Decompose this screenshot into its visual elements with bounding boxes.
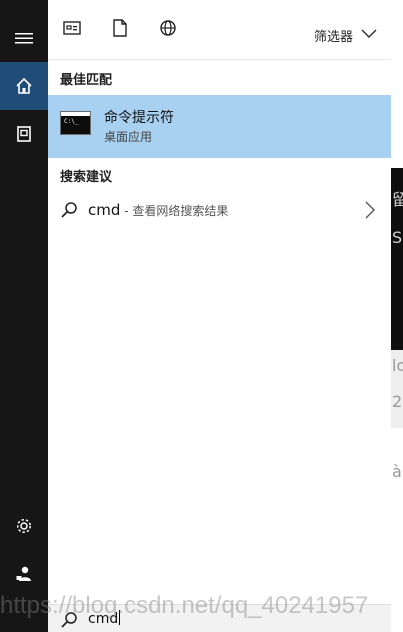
background-window: 留 Se lo 23 à bbox=[391, 0, 403, 632]
web-filter-button[interactable] bbox=[156, 18, 180, 42]
search-icon bbox=[60, 611, 78, 632]
background-text: 23 bbox=[392, 392, 403, 411]
settings-button[interactable] bbox=[0, 502, 48, 550]
document-icon bbox=[112, 19, 128, 41]
home-button[interactable] bbox=[0, 62, 48, 110]
search-icon bbox=[60, 201, 78, 223]
menu-button[interactable] bbox=[0, 14, 48, 62]
feedback-button[interactable] bbox=[0, 550, 48, 598]
search-suggestions-heading: 搜索建议 bbox=[60, 170, 113, 185]
search-input[interactable]: cmd bbox=[88, 610, 121, 627]
command-prompt-icon: C:\_ bbox=[60, 111, 91, 135]
search-input-value: cmd bbox=[88, 611, 119, 627]
best-match-result[interactable]: C:\_ 命令提示符 桌面应用 bbox=[48, 95, 391, 158]
background-text: lo bbox=[392, 356, 403, 375]
suggestion-query: cmd bbox=[88, 201, 121, 219]
background-text: à bbox=[392, 462, 402, 481]
suggestion-description: 查看网络搜索结果 bbox=[132, 204, 229, 218]
background-text: Se bbox=[392, 228, 403, 247]
settings-icon bbox=[15, 517, 33, 535]
search-topbar: 筛选器 bbox=[48, 0, 391, 60]
chevron-right-icon[interactable] bbox=[365, 201, 375, 223]
apps-filter-button[interactable] bbox=[60, 18, 84, 42]
menu-icon bbox=[15, 31, 33, 45]
chevron-down-icon bbox=[361, 28, 377, 43]
user-feedback-icon bbox=[15, 565, 33, 583]
notebook-icon bbox=[15, 125, 33, 143]
background-band bbox=[391, 428, 403, 632]
search-box[interactable]: cmd bbox=[48, 604, 391, 632]
suggestion-separator: - bbox=[120, 204, 133, 218]
apps-icon bbox=[63, 20, 81, 40]
background-band bbox=[391, 0, 403, 168]
documents-filter-button[interactable] bbox=[108, 18, 132, 42]
filter-dropdown[interactable]: 筛选器 bbox=[314, 26, 377, 45]
suggestion-item[interactable]: cmd - 查看网络搜索结果 bbox=[48, 192, 391, 228]
home-icon bbox=[15, 77, 33, 95]
notebook-button[interactable] bbox=[0, 110, 48, 158]
filter-label: 筛选器 bbox=[313, 30, 353, 45]
start-left-rail bbox=[0, 0, 48, 632]
web-icon bbox=[159, 19, 177, 41]
best-match-title: 命令提示符 bbox=[104, 110, 174, 126]
command-prompt-glyph: C:\_ bbox=[64, 118, 79, 125]
suggestion-text: cmd - 查看网络搜索结果 bbox=[88, 201, 228, 219]
best-match-subtitle: 桌面应用 bbox=[104, 130, 153, 144]
background-text: 留 bbox=[392, 190, 403, 209]
best-match-heading: 最佳匹配 bbox=[60, 73, 113, 88]
text-caret bbox=[119, 610, 121, 625]
search-results-panel: 筛选器 最佳匹配 C:\_ 命令提示符 桌面应用 搜索建议 cmd - 查看网络… bbox=[48, 0, 391, 632]
